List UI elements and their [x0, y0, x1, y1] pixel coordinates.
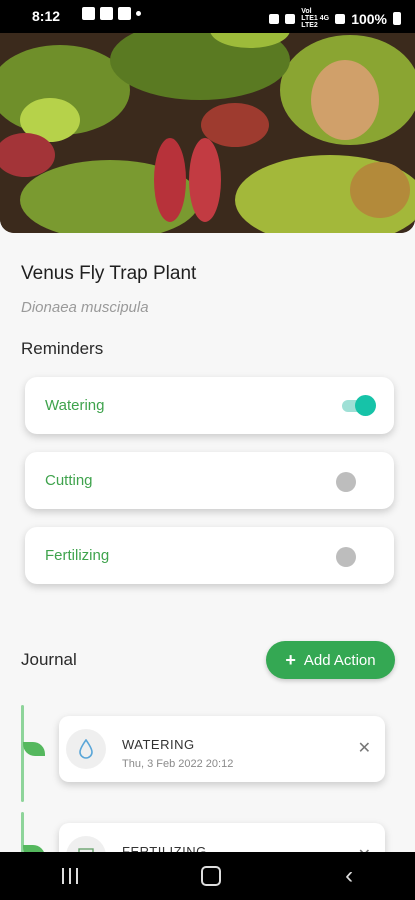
system-icons: Vol LTE1 4G LTE2 100% — [269, 8, 401, 29]
system-nav-bar: ‹ — [0, 852, 415, 900]
leaf-icon — [23, 742, 45, 756]
signal-icon — [335, 13, 346, 24]
plus-icon: + — [285, 649, 296, 670]
journal-entry-date: Thu, 3 Feb 2022 20:12 — [122, 758, 234, 770]
add-action-label: Add Action — [303, 651, 376, 669]
notification-icons — [82, 7, 141, 20]
home-icon[interactable] — [201, 866, 222, 886]
back-icon[interactable]: ‹ — [345, 862, 353, 890]
reminder-card-cutting[interactable]: Cutting — [25, 452, 394, 509]
journal-heading: Journal — [21, 650, 77, 669]
recents-icon[interactable] — [61, 868, 78, 884]
plant-photo — [0, 0, 415, 233]
mute-icon — [285, 13, 296, 24]
reminder-label: Fertilizing — [45, 547, 110, 564]
battery-percent: 100% — [351, 10, 387, 27]
gallery-icon — [100, 7, 113, 20]
status-bar: 8:12 Vol LTE1 4G LTE2 100% — [0, 0, 415, 33]
image-icon — [82, 7, 95, 20]
signal-text: Vol LTE1 4G LTE2 — [301, 8, 330, 29]
venus-flytrap-image — [0, 0, 415, 233]
more-notifications-icon — [136, 11, 141, 16]
plant-name: Venus Fly Trap Plant — [21, 263, 197, 284]
timeline-line — [21, 705, 24, 802]
reminder-card-watering[interactable]: Watering — [25, 377, 394, 434]
cutting-toggle[interactable] — [336, 472, 356, 492]
journal-entry[interactable]: WATERING Thu, 3 Feb 2022 20:12 ✕ — [59, 716, 385, 782]
water-drop-icon — [66, 729, 106, 769]
reminders-heading: Reminders — [21, 339, 104, 358]
reminder-card-fertilizing[interactable]: Fertilizing — [25, 527, 394, 584]
fertilizing-toggle[interactable] — [336, 547, 356, 567]
reminder-label: Cutting — [45, 472, 93, 489]
app-icon — [118, 7, 131, 20]
watering-toggle[interactable] — [342, 395, 376, 417]
close-icon[interactable]: ✕ — [358, 738, 371, 758]
plant-scientific-name: Dionaea muscipula — [21, 299, 149, 316]
status-time: 8:12 — [32, 8, 61, 24]
reminder-label: Watering — [45, 397, 105, 414]
alarm-icon — [269, 13, 280, 24]
journal-entry-type: WATERING — [122, 737, 195, 752]
battery-icon — [393, 12, 401, 25]
add-action-button[interactable]: + Add Action — [266, 641, 395, 679]
